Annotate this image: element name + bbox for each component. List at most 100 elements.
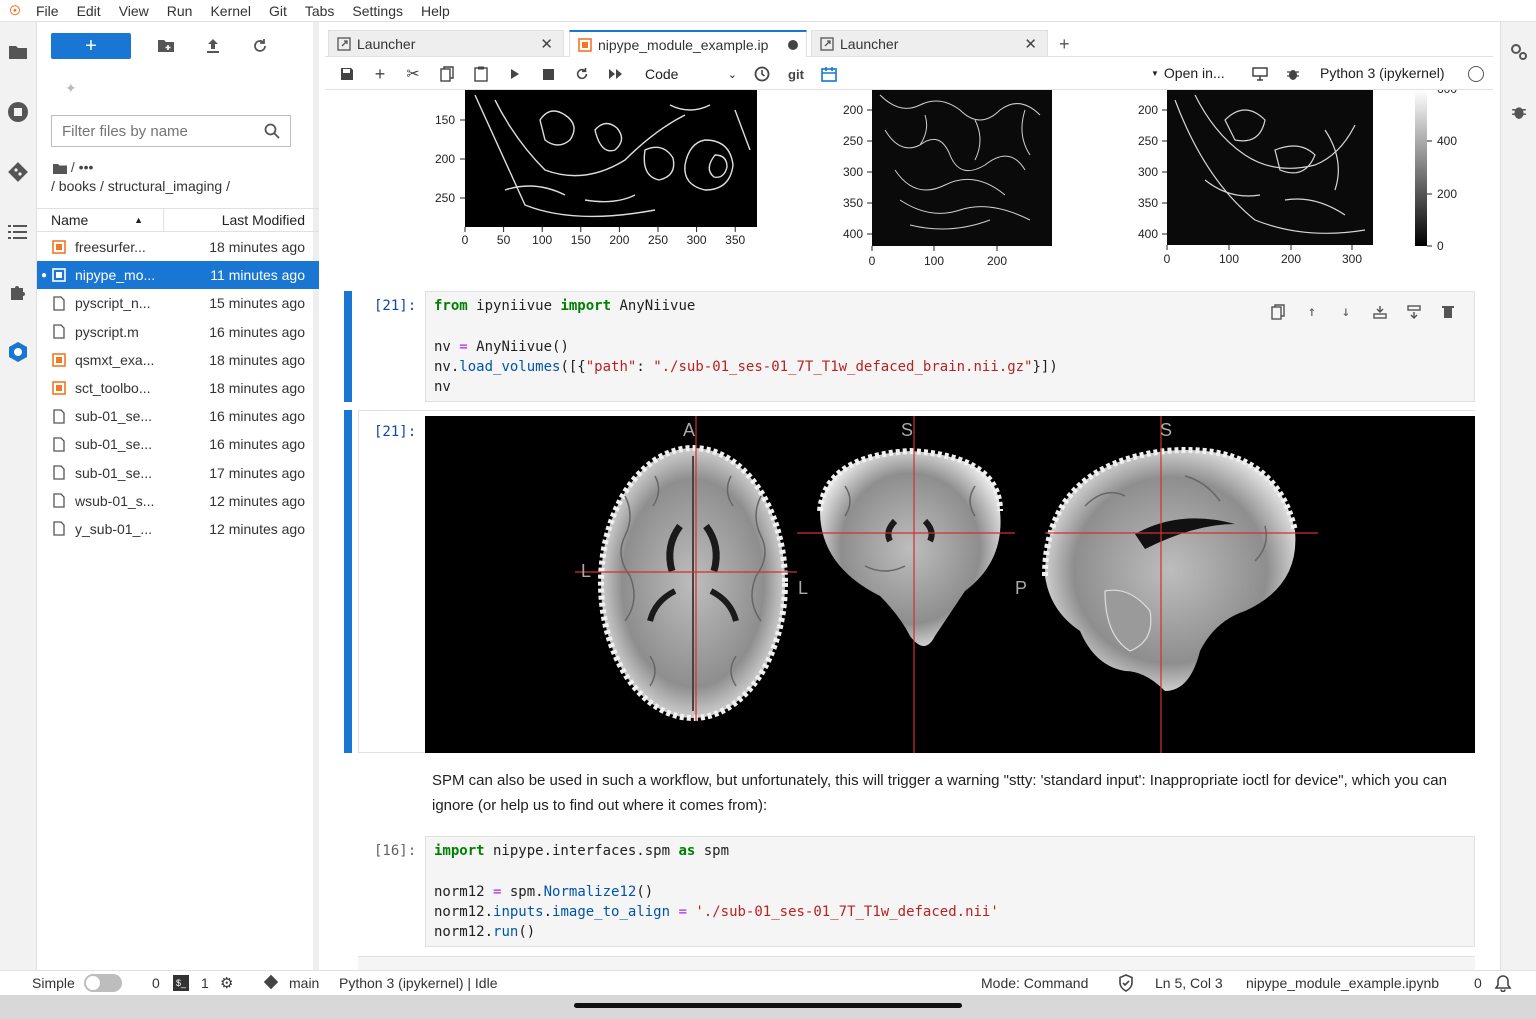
code-cell-niivue[interactable]: from ipyniivue import AnyNiivue nv = AnyN… [425, 291, 1475, 402]
clock-icon[interactable] [752, 64, 772, 84]
file-row[interactable]: sub-01_se... 16 minutes ago [37, 430, 319, 458]
menu-tabs[interactable]: Tabs [299, 3, 347, 19]
security-icon[interactable] [6, 340, 30, 364]
move-up-icon[interactable]: ↑ [1302, 302, 1322, 322]
property-inspector-icon[interactable] [1507, 40, 1531, 64]
file-row[interactable]: pyscript.m 16 minutes ago [37, 318, 319, 346]
insert-cell-icon[interactable]: + [370, 64, 390, 84]
notification-count[interactable]: 0 [1474, 975, 1482, 991]
paste-icon[interactable] [471, 64, 491, 84]
file-row[interactable]: y_sub-01_... 12 minutes ago [37, 515, 319, 543]
add-tab-icon[interactable]: + [1059, 34, 1070, 55]
refresh-icon[interactable] [248, 34, 272, 58]
file-row[interactable]: pyscript_n... 15 minutes ago [37, 289, 319, 317]
menu-run[interactable]: Run [161, 3, 205, 19]
bell-icon[interactable] [1494, 974, 1512, 995]
delete-cell-icon[interactable] [1438, 302, 1458, 322]
breadcrumb[interactable]: / books / structural_imaging / [51, 178, 230, 194]
tab-launcher-2[interactable]: Launcher ✕ [811, 30, 1048, 57]
file-icon [51, 493, 67, 509]
git-icon[interactable] [6, 160, 30, 184]
run-icon[interactable] [505, 64, 525, 84]
niivue-viewer[interactable]: A S S L L P [425, 416, 1475, 753]
close-icon[interactable]: ✕ [540, 35, 553, 53]
folder-icon[interactable] [6, 40, 30, 64]
running-icon[interactable] [6, 100, 30, 124]
insert-below-icon[interactable] [1404, 302, 1424, 322]
code-token: () [518, 924, 536, 941]
new-folder-icon[interactable] [154, 34, 178, 58]
menu-view[interactable]: View [113, 3, 161, 19]
menu-settings[interactable]: Settings [346, 3, 415, 19]
open-in-dropdown[interactable]: ▼ Open in... [1151, 65, 1225, 81]
column-modified-header[interactable]: Last Modified [164, 212, 319, 228]
code-token: () [636, 883, 654, 900]
coronal-edge-image [872, 90, 1052, 246]
orientation-label-l1: L [581, 561, 592, 581]
tab-launcher-1[interactable]: Launcher ✕ [328, 30, 564, 57]
calendar-icon[interactable] [819, 64, 839, 84]
notebook-icon [51, 380, 67, 396]
toc-icon[interactable] [6, 220, 30, 244]
cell-type-select[interactable]: Code ⌄ [645, 64, 737, 84]
notebook-mode[interactable]: Mode: Command [981, 975, 1088, 991]
menu-file[interactable]: File [30, 3, 71, 19]
file-icon [51, 324, 67, 340]
kernel-status[interactable]: Python 3 (ipykernel) | Idle [339, 975, 498, 991]
debugger-icon[interactable] [1507, 100, 1531, 124]
git-clone-icon[interactable]: ✦ [65, 80, 77, 97]
column-name-header[interactable]: Name ▲ [37, 209, 164, 231]
file-row[interactable]: ● nipype_mo... 11 minutes ago [37, 261, 319, 290]
kernel-chip-icon[interactable]: ⚙ [220, 974, 233, 992]
new-launcher-button[interactable]: + [51, 33, 131, 59]
markdown-cell[interactable]: SPM can also be used in such a workflow,… [432, 768, 1462, 818]
axis-tick-label: 0 [869, 254, 876, 268]
terminal-icon[interactable]: $_ [173, 975, 189, 991]
tab-nipype-notebook[interactable]: nipype_module_example.ip [569, 30, 807, 57]
file-row[interactable]: qsmxt_exa... 18 minutes ago [37, 346, 319, 374]
duplicate-cell-icon[interactable] [1268, 302, 1288, 322]
menu-git[interactable]: Git [263, 3, 299, 19]
git-diff-button[interactable]: git [785, 64, 807, 84]
cursor-position[interactable]: Ln 5, Col 3 [1155, 975, 1223, 991]
trusted-shield-icon[interactable] [1118, 974, 1134, 995]
extension-icon[interactable] [6, 280, 30, 304]
file-row[interactable]: wsub-01_s... 12 minutes ago [37, 487, 319, 515]
file-row[interactable]: sub-01_se... 17 minutes ago [37, 459, 319, 487]
close-icon[interactable]: ✕ [1024, 35, 1037, 53]
axis-tick-label: 400 [1138, 227, 1158, 241]
terminal-count[interactable]: 0 [152, 975, 160, 991]
axis-tick-label: 200 [987, 254, 1007, 268]
menu-edit[interactable]: Edit [71, 3, 113, 19]
move-down-icon[interactable]: ↓ [1336, 302, 1356, 322]
menu-help[interactable]: Help [415, 3, 462, 19]
git-branch[interactable]: main [289, 975, 319, 991]
copy-icon[interactable] [437, 64, 457, 84]
sagittal-edge-image [1167, 90, 1373, 245]
kernel-count[interactable]: 1 [201, 975, 209, 991]
home-indicator[interactable] [574, 1003, 962, 1008]
restart-icon[interactable] [572, 64, 592, 84]
debugger-icon[interactable] [1283, 64, 1303, 84]
stop-icon[interactable] [538, 64, 558, 84]
file-row[interactable]: sub-01_se... 16 minutes ago [37, 402, 319, 430]
file-name: freesurfer... [75, 239, 146, 256]
filter-files-input[interactable]: Filter files by name [51, 115, 291, 147]
file-modified: 15 minutes ago [209, 295, 305, 312]
simple-mode-toggle[interactable] [84, 974, 122, 992]
notebook-icon [51, 352, 67, 368]
file-row[interactable]: freesurfer... 18 minutes ago [37, 233, 319, 261]
file-row[interactable]: sct_toolbo... 18 minutes ago [37, 374, 319, 402]
save-icon[interactable] [337, 64, 357, 84]
breadcrumb-root[interactable]: / ••• [53, 159, 93, 175]
upload-icon[interactable] [201, 34, 225, 58]
launcher-icon [337, 36, 351, 51]
cut-icon[interactable]: ✂ [403, 64, 423, 84]
menu-kernel[interactable]: Kernel [204, 3, 262, 19]
presentation-icon[interactable] [1250, 64, 1270, 84]
kernel-name[interactable]: Python 3 (ipykernel) [1320, 65, 1445, 81]
code-cell-spm[interactable]: import nipype.interfaces.spm as spm norm1… [425, 836, 1475, 947]
unsaved-dot-icon[interactable] [788, 39, 798, 50]
fast-forward-icon[interactable] [606, 64, 626, 84]
insert-above-icon[interactable] [1370, 302, 1390, 322]
